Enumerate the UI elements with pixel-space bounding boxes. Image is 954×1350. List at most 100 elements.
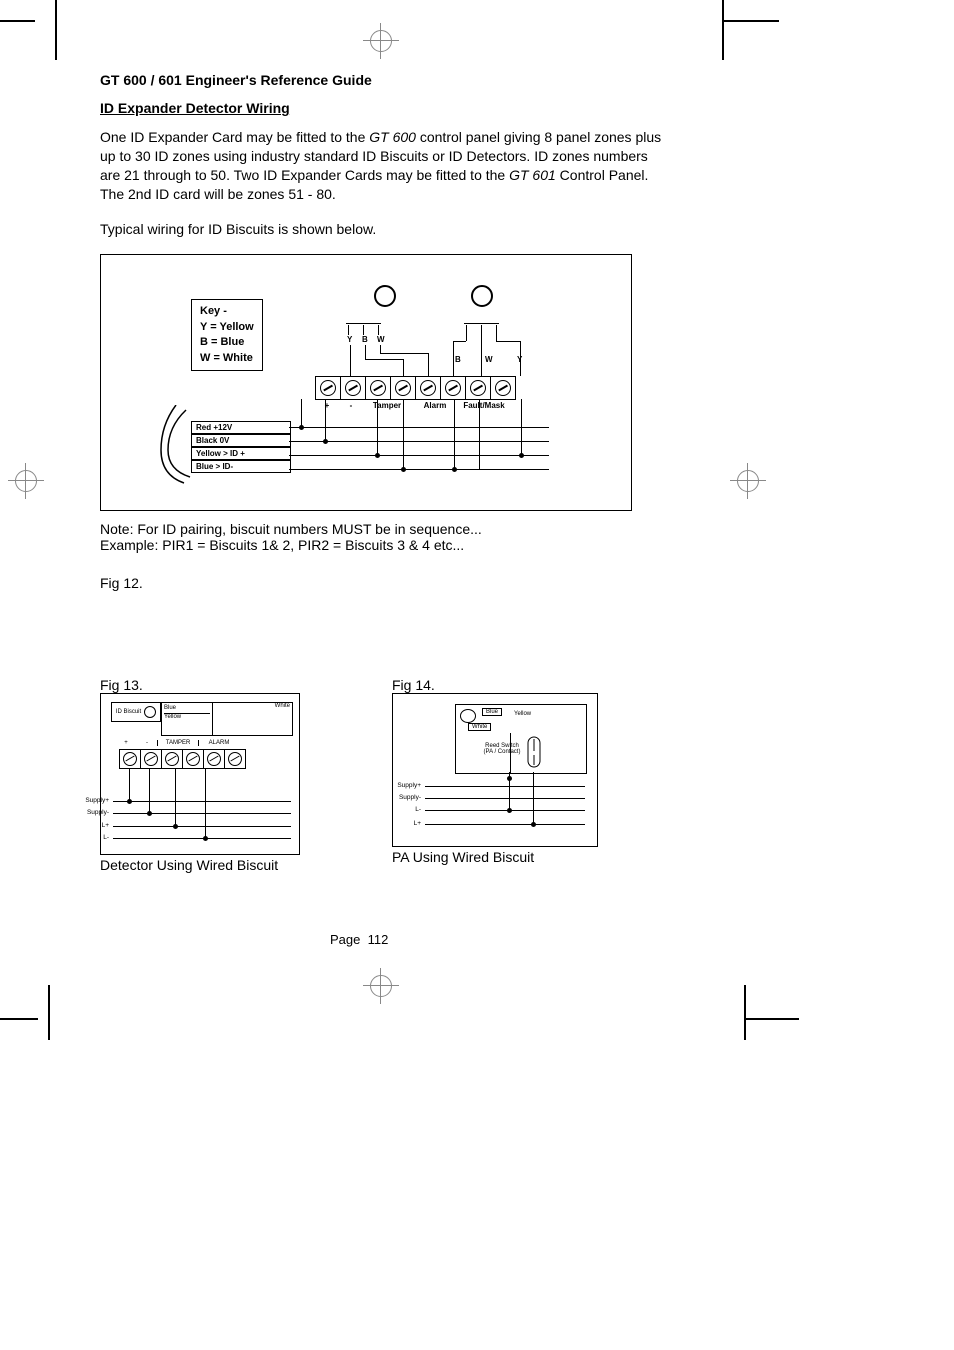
wire xyxy=(403,399,404,470)
blue-label: Blue xyxy=(164,705,210,713)
cropmark xyxy=(724,20,779,22)
white-label: White xyxy=(468,723,491,731)
wire-yellow: Yellow > ID + xyxy=(191,447,291,460)
model-name: GT 601 xyxy=(509,167,556,183)
figure-14-label: Fig 14. xyxy=(392,677,598,693)
wire xyxy=(365,359,403,360)
biscuit-icon xyxy=(144,706,156,718)
terminal-icon xyxy=(162,750,183,768)
text: One ID Expander Card may be fitted to th… xyxy=(100,129,369,145)
figure-12-diagram: Key - Y = Yellow B = Blue W = White Y B … xyxy=(100,254,632,511)
wire xyxy=(378,325,379,335)
screw-icon xyxy=(144,752,158,766)
section-heading: ID Expander Detector Wiring xyxy=(100,100,665,116)
wire xyxy=(149,768,150,813)
supply-p: Supply+ xyxy=(393,782,421,789)
label-alarm: Alarm xyxy=(411,401,459,410)
wire xyxy=(377,399,378,456)
wire xyxy=(325,399,326,442)
conn-labels: Blue Yellow xyxy=(162,703,213,735)
terminal-icon xyxy=(491,377,515,399)
wire xyxy=(348,325,349,335)
label-plus: + xyxy=(315,401,339,410)
screw-icon xyxy=(495,380,511,396)
wire xyxy=(464,323,499,324)
cropmark xyxy=(722,0,724,60)
l-minus: L- xyxy=(393,806,421,813)
wire xyxy=(510,733,511,773)
cropmark xyxy=(744,985,746,1040)
wire-label-w: W xyxy=(485,355,493,364)
page-content: GT 600 / 601 Engineer's Reference Guide … xyxy=(100,72,665,873)
wire xyxy=(454,399,455,470)
wire xyxy=(466,325,467,335)
wire xyxy=(113,801,291,802)
wire xyxy=(365,345,366,359)
wire xyxy=(425,824,585,825)
id-biscuit-box: ID Biscuit xyxy=(111,702,161,722)
screw-icon xyxy=(228,752,242,766)
detector-box: Blue Yellow White xyxy=(161,702,293,736)
screw-icon xyxy=(345,380,361,396)
register-mark-icon xyxy=(737,470,759,492)
screw-icon xyxy=(420,380,436,396)
terminal-icon xyxy=(441,377,466,399)
wire xyxy=(453,341,454,376)
terminal-icon xyxy=(204,750,225,768)
figure-13-caption: Detector Using Wired Biscuit xyxy=(100,857,300,873)
terminal-strip xyxy=(119,749,246,769)
wire xyxy=(289,455,549,456)
wire-label-w: W xyxy=(377,335,385,344)
wire xyxy=(289,469,549,470)
wire xyxy=(113,813,291,814)
wire-label-y: Y xyxy=(347,335,352,344)
reed-switch-label: Reed Switch (PA / Contact) xyxy=(480,743,524,755)
yellow-label: Yellow xyxy=(514,711,531,717)
legend-b: B = Blue xyxy=(200,335,254,350)
legend-title: Key - xyxy=(200,304,254,319)
cropmark xyxy=(0,1018,38,1020)
wire xyxy=(129,768,130,801)
wire xyxy=(113,826,291,827)
white-label: White xyxy=(275,703,290,709)
wire xyxy=(428,353,429,376)
wire xyxy=(520,341,521,376)
wire-label-b: B xyxy=(455,355,461,364)
wire-blue: Blue > ID- xyxy=(191,460,291,473)
page-label: Page xyxy=(330,932,360,947)
wire xyxy=(453,341,466,342)
screw-icon xyxy=(370,380,386,396)
biscuit-icon xyxy=(460,709,476,723)
wire xyxy=(425,786,585,787)
lbl-plus: + xyxy=(115,740,137,746)
l-plus: L+ xyxy=(393,820,421,827)
l-plus: L+ xyxy=(79,822,109,829)
wire xyxy=(496,325,497,335)
cropmark xyxy=(744,1018,799,1020)
wire xyxy=(496,341,520,342)
lbl-tamper: TAMPER xyxy=(157,740,199,746)
terminal-labels: + - TAMPER ALARM xyxy=(115,740,239,746)
wire xyxy=(380,345,381,353)
wire xyxy=(301,399,302,428)
biscuit-icon xyxy=(374,285,396,307)
page-number: Page 112 xyxy=(330,932,388,947)
figure-14-diagram: Blue Yellow White Reed Switch (PA / Cont… xyxy=(392,693,598,847)
lbl-minus: - xyxy=(137,740,157,746)
label-minus: - xyxy=(339,401,363,410)
screw-icon xyxy=(395,380,411,396)
wire xyxy=(403,359,404,376)
cropmark xyxy=(0,20,35,22)
terminal-icon xyxy=(141,750,162,768)
screw-icon xyxy=(123,752,137,766)
figure-14-caption: PA Using Wired Biscuit xyxy=(392,849,598,865)
figure-13-column: Fig 13. ID Biscuit Blue Yellow White + - xyxy=(100,675,300,873)
pa-box: Blue Yellow White Reed Switch (PA / Cont… xyxy=(455,704,587,774)
supply-m: Supply- xyxy=(79,809,109,816)
biscuit-icon xyxy=(471,285,493,307)
note-line-1: Note: For ID pairing, biscuit numbers MU… xyxy=(100,521,665,537)
junction-icon xyxy=(127,799,132,804)
screw-icon xyxy=(207,752,221,766)
wire xyxy=(346,323,381,324)
terminal-icon xyxy=(341,377,366,399)
